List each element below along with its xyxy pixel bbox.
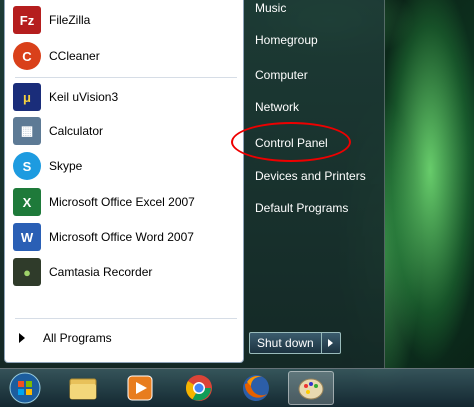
program-label: Microsoft Office Excel 2007 — [49, 195, 195, 209]
word-icon: W — [13, 223, 41, 251]
taskbar-firefox[interactable] — [233, 371, 279, 405]
program-word[interactable]: W Microsoft Office Word 2007 — [13, 222, 194, 252]
program-label: Camtasia Recorder — [49, 265, 153, 279]
program-label: Skype — [49, 159, 83, 173]
explorer-folder-icon — [69, 378, 97, 400]
start-menu-programs-pane: Fz FileZilla C CCleaner μ Keil uVision3 … — [4, 0, 244, 363]
red-highlight-annotation — [231, 122, 351, 162]
start-menu: Fz FileZilla C CCleaner μ Keil uVision3 … — [0, 0, 385, 368]
shutdown-button[interactable]: Shut down — [249, 332, 322, 354]
program-camtasia[interactable]: ● Camtasia Recorder — [13, 257, 152, 287]
program-label: Calculator — [49, 124, 104, 138]
taskbar-chrome[interactable] — [176, 371, 222, 405]
chevron-right-icon — [19, 333, 25, 343]
chevron-right-icon — [328, 339, 334, 347]
taskbar-media-player[interactable] — [117, 371, 163, 405]
taskbar-explorer[interactable] — [60, 371, 106, 405]
program-keil[interactable]: μ Keil uVision3 — [13, 82, 118, 112]
divider — [15, 318, 237, 319]
taskbar-paint[interactable] — [288, 371, 334, 405]
excel-icon: X — [13, 188, 41, 216]
shutdown-group: Shut down — [249, 332, 341, 354]
filezilla-icon: Fz — [13, 6, 41, 34]
program-label: CCleaner — [49, 49, 100, 63]
program-ccleaner[interactable]: C CCleaner — [13, 41, 100, 71]
program-label: FileZilla — [49, 13, 91, 27]
chrome-icon — [185, 375, 212, 401]
media-player-icon — [127, 375, 153, 401]
start-orb-icon — [9, 372, 41, 404]
divider — [15, 77, 237, 78]
program-skype[interactable]: S Skype — [13, 151, 82, 181]
program-calculator[interactable]: ▦ Calculator — [13, 116, 103, 146]
menu-item-homegroup[interactable]: Homegroup — [244, 27, 374, 53]
menu-item-network[interactable]: Network — [244, 94, 374, 120]
program-label: Microsoft Office Word 2007 — [49, 230, 194, 244]
firefox-icon — [243, 375, 269, 401]
menu-item-computer[interactable]: Computer — [244, 62, 374, 88]
start-orb-button[interactable] — [2, 371, 48, 405]
shutdown-options-button[interactable] — [321, 332, 341, 354]
program-excel[interactable]: X Microsoft Office Excel 2007 — [13, 187, 195, 217]
calculator-icon: ▦ — [13, 117, 41, 145]
menu-item-devices-and-printers[interactable]: Devices and Printers — [244, 163, 374, 189]
keil-icon: μ — [13, 83, 41, 111]
camtasia-icon: ● — [13, 258, 41, 286]
taskbar — [0, 368, 474, 407]
program-filezilla[interactable]: Fz FileZilla — [13, 5, 90, 35]
menu-item-default-programs[interactable]: Default Programs — [244, 195, 374, 221]
program-label: Keil uVision3 — [49, 90, 119, 104]
ccleaner-icon: C — [13, 42, 41, 70]
all-programs-label: All Programs — [43, 331, 112, 345]
menu-item-music[interactable]: Music — [244, 0, 374, 21]
start-menu-places-pane: Music Homegroup Computer Network Control… — [244, 0, 384, 368]
all-programs-button[interactable]: All Programs — [13, 326, 112, 350]
skype-icon: S — [13, 152, 41, 180]
paint-icon — [298, 378, 324, 400]
